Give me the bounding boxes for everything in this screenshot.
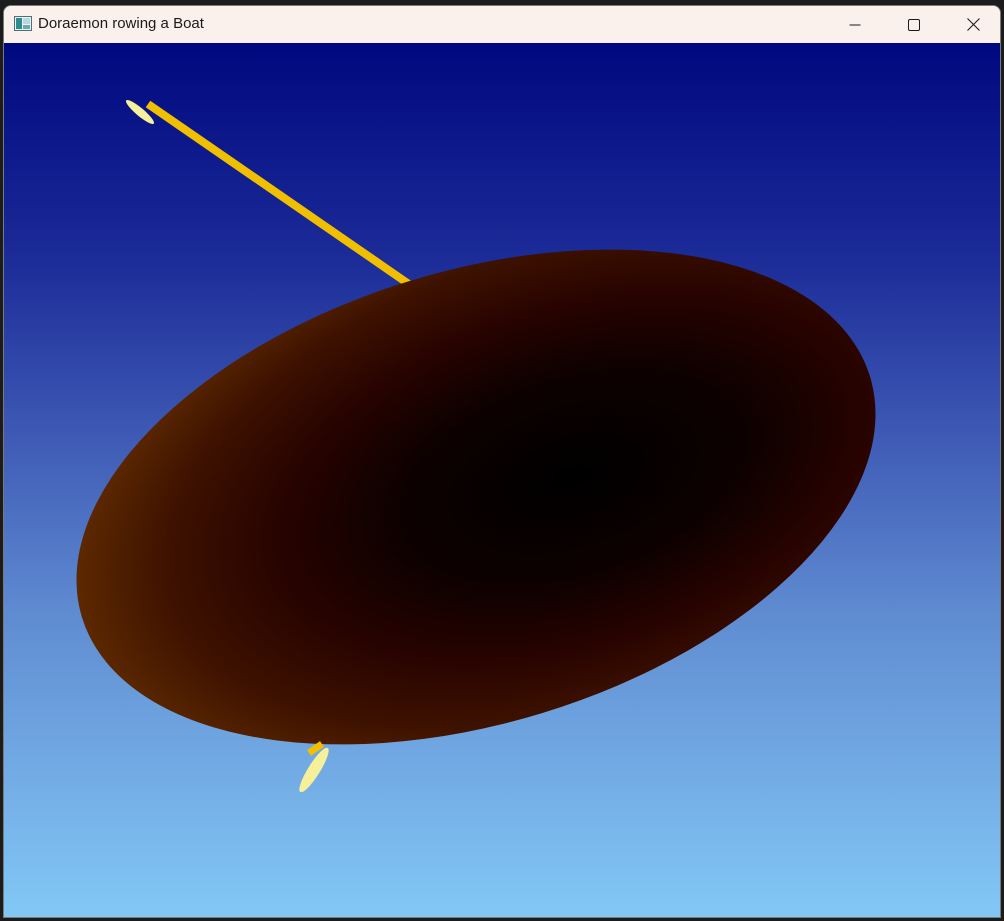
maximize-icon xyxy=(908,18,920,31)
boat-hull xyxy=(76,249,876,745)
minimize-button[interactable] xyxy=(826,6,884,43)
oar-lower xyxy=(299,741,329,793)
oar-shaft xyxy=(145,100,419,293)
close-button[interactable] xyxy=(944,6,1000,43)
app-window: Doraemon rowing a Boat xyxy=(3,5,1001,918)
window-title: Doraemon rowing a Boat xyxy=(38,15,204,32)
close-icon xyxy=(966,18,980,31)
render-canvas[interactable] xyxy=(4,43,1000,917)
maximize-button[interactable] xyxy=(885,6,943,43)
minimize-icon xyxy=(849,24,861,25)
oar xyxy=(125,100,419,293)
title-bar[interactable]: Doraemon rowing a Boat xyxy=(4,6,1000,43)
window-app-icon xyxy=(14,16,32,31)
boat-scene xyxy=(76,100,876,793)
oar-shaft-lower xyxy=(307,741,324,756)
